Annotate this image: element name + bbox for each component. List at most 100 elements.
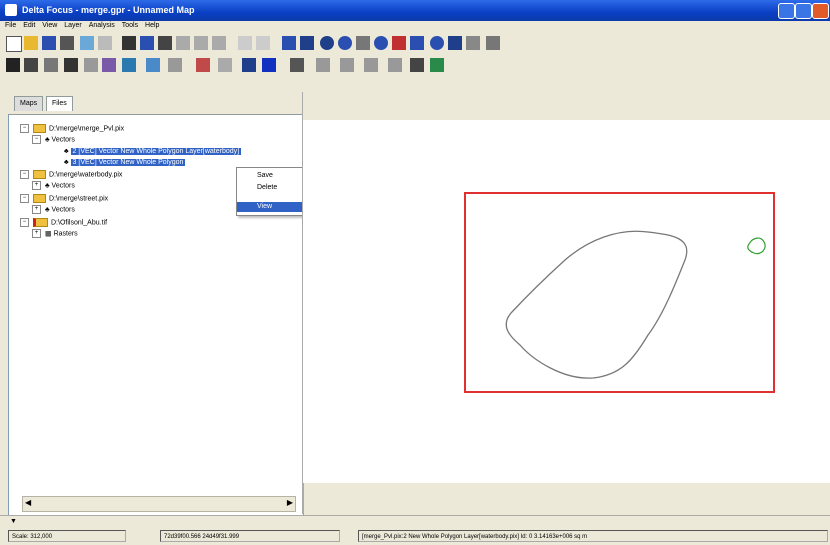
- redo-icon[interactable]: [256, 36, 270, 50]
- collapse-icon[interactable]: −: [20, 194, 29, 203]
- menu-edit[interactable]: Edit: [23, 22, 35, 29]
- map-frame: [464, 192, 775, 393]
- toolbar-icon[interactable]: [122, 58, 136, 72]
- open-icon[interactable]: [24, 36, 38, 50]
- new-icon[interactable]: [6, 36, 22, 52]
- toolbar-icon[interactable]: [486, 36, 500, 50]
- toolbar-icon[interactable]: [122, 36, 136, 50]
- print-preview-icon[interactable]: [80, 36, 94, 50]
- folder-icon: [33, 194, 46, 203]
- tree-node-street[interactable]: − D:\merge\street.pix: [20, 194, 108, 204]
- tree-node-merge-pvl[interactable]: − D:\merge\merge_Pvl.pix: [20, 124, 124, 134]
- toolbar-icon[interactable]: [466, 36, 480, 50]
- toolbar-icon[interactable]: [196, 58, 210, 72]
- menu-file[interactable]: File: [5, 22, 16, 29]
- copy-icon[interactable]: [194, 36, 208, 50]
- toolbar-icon[interactable]: [392, 36, 406, 50]
- scroll-right-icon[interactable]: ▶: [287, 498, 293, 507]
- tree-node-label: Vectors: [51, 136, 75, 144]
- status-coords: 72d39f00.566 24d49f31.999: [160, 530, 340, 542]
- print-icon[interactable]: [60, 36, 74, 50]
- tree-node-waterbody[interactable]: − D:\merge\waterbody.pix: [20, 170, 122, 180]
- menu-view[interactable]: View: [42, 22, 57, 29]
- toolbar-icon[interactable]: [374, 36, 388, 50]
- expand-icon[interactable]: +: [32, 181, 41, 190]
- triangle-icon[interactable]: ▼: [10, 518, 18, 526]
- toolbar-icon[interactable]: [102, 58, 116, 72]
- polygon-shape[interactable]: [505, 230, 688, 379]
- expand-icon[interactable]: +: [32, 229, 41, 238]
- scroll-left-icon[interactable]: ◀: [25, 498, 31, 507]
- toolbar-icon[interactable]: [290, 58, 304, 72]
- toolbar-icon[interactable]: [140, 36, 154, 50]
- toolbar-icon[interactable]: [146, 58, 160, 72]
- tree-layer-item[interactable]: ♣ 2 [VEC] Vector New Whole Polygon Layer…: [64, 147, 242, 157]
- toolbar-icon[interactable]: [282, 36, 296, 50]
- toolbar-icon[interactable]: [430, 58, 444, 72]
- map-header: [303, 92, 830, 120]
- save-icon[interactable]: [42, 36, 56, 50]
- collapse-icon[interactable]: −: [20, 170, 29, 179]
- tree-layer-item[interactable]: ♣ 3 [VEC] Vector New Whole Polygon: [64, 158, 186, 168]
- fill-color-icon[interactable]: [242, 58, 256, 72]
- table-icon[interactable]: [448, 36, 462, 50]
- menu-help[interactable]: Help: [145, 22, 159, 29]
- toolbar-icon[interactable]: [98, 36, 112, 50]
- small-shape[interactable]: [747, 237, 766, 255]
- menu-tools[interactable]: Tools: [122, 22, 138, 29]
- text-icon[interactable]: [64, 58, 78, 72]
- cut-icon[interactable]: [176, 36, 190, 50]
- toolbar-icon[interactable]: [24, 58, 38, 72]
- horizontal-scrollbar[interactable]: ◀ ▶: [22, 496, 296, 512]
- tab-maps[interactable]: Maps: [14, 96, 44, 111]
- minimize-button[interactable]: [778, 3, 795, 19]
- folder-icon: [33, 124, 46, 133]
- toolbar-icon[interactable]: [300, 36, 314, 50]
- toolbar-icon[interactable]: [356, 36, 370, 50]
- info-icon[interactable]: [430, 36, 444, 50]
- toolbar-icon[interactable]: [218, 58, 232, 72]
- toolbar-drawing: [0, 55, 830, 75]
- map-view[interactable]: [303, 120, 830, 483]
- toolbar-icon[interactable]: [320, 36, 334, 50]
- collapse-icon[interactable]: −: [20, 124, 29, 133]
- menu-layer[interactable]: Layer: [64, 22, 82, 29]
- toolbar-icon[interactable]: [388, 58, 402, 72]
- maximize-button[interactable]: [795, 3, 812, 19]
- toolbar-icon[interactable]: [410, 36, 424, 50]
- collapse-icon[interactable]: −: [20, 218, 29, 227]
- tree-node-vectors[interactable]: + ♣ Vectors: [32, 181, 75, 191]
- expand-icon[interactable]: +: [32, 205, 41, 214]
- undo-icon[interactable]: [238, 36, 252, 50]
- tree-node-vectors[interactable]: − ♣ Vectors: [32, 135, 75, 145]
- toolbar-icon[interactable]: [44, 58, 58, 72]
- close-button[interactable]: [812, 3, 829, 19]
- menu-bar: File Edit View Layer Analysis Tools Help: [0, 21, 830, 32]
- folder-icon: [33, 170, 46, 179]
- toolbar-icon[interactable]: [338, 36, 352, 50]
- tree-node-tif[interactable]: − D:\Ofilsonl_Abu.tif: [20, 218, 107, 228]
- tree-node-label: Rasters: [53, 230, 78, 238]
- toolbar-icon[interactable]: [158, 36, 172, 50]
- pointer-icon[interactable]: [6, 58, 20, 72]
- tree-node-vectors[interactable]: + ♣ Vectors: [32, 205, 75, 215]
- toolbar-icon[interactable]: [316, 58, 330, 72]
- collapse-icon[interactable]: −: [32, 135, 41, 144]
- layer-icon: ♣: [64, 159, 71, 166]
- tree-node-rasters[interactable]: + ▦ Rasters: [32, 229, 78, 239]
- menu-analysis[interactable]: Analysis: [89, 22, 115, 29]
- window-title: Delta Focus - merge.gpr - Unnamed Map: [22, 5, 195, 15]
- line-color-icon[interactable]: [262, 58, 276, 72]
- tree-node-label: Vectors: [51, 206, 75, 214]
- toolbar-icon[interactable]: [410, 58, 424, 72]
- toolbar-icon[interactable]: [364, 58, 378, 72]
- panel-tabs: Maps Files: [8, 92, 302, 115]
- toolbar-icon[interactable]: [84, 58, 98, 72]
- status-info: [merge_Pvl.pix:2 New Whole Polygon Layer…: [358, 530, 828, 542]
- toolbar-icon[interactable]: [340, 58, 354, 72]
- tab-files[interactable]: Files: [46, 96, 73, 111]
- toolbar-icon[interactable]: [168, 58, 182, 72]
- paste-icon[interactable]: [212, 36, 226, 50]
- status-scale: Scale: 312,000: [8, 530, 126, 542]
- tree-node-label: Vectors: [51, 182, 75, 190]
